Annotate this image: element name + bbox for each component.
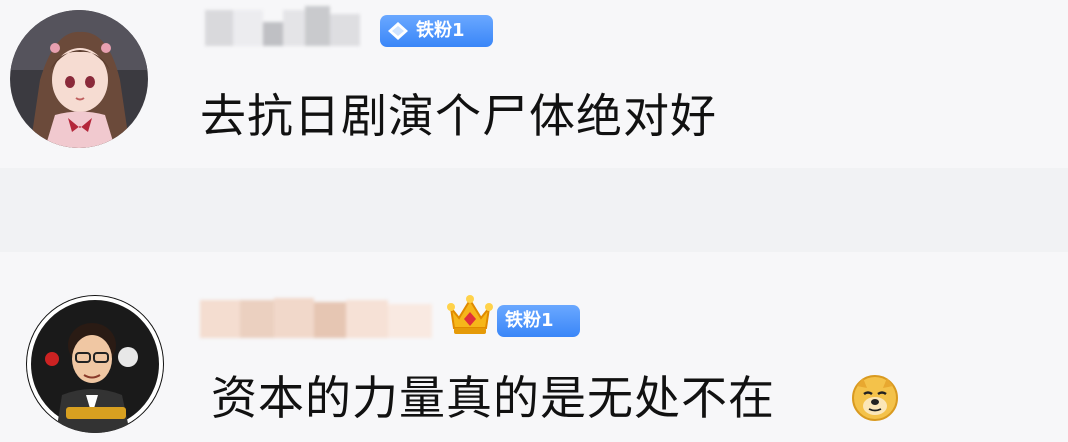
- user-avatar[interactable]: [10, 10, 148, 148]
- comment-list: 铁粉1 去抗日剧演个尸体绝对好 铁粉1 资本的力量真的是无处不在: [0, 0, 1068, 442]
- cartoon-man-avatar-icon: [26, 295, 164, 433]
- comment-divider: [0, 168, 1068, 252]
- crown-icon: [447, 295, 493, 334]
- comment-text: 去抗日剧演个尸体绝对好: [200, 89, 717, 143]
- comment-text: 资本的力量真的是无处不在: [211, 371, 775, 425]
- username-blurred[interactable]: [205, 4, 360, 48]
- diamond-icon: [388, 22, 408, 40]
- fan-level-badge: 铁粉1: [497, 305, 580, 337]
- username-blurred[interactable]: [200, 296, 432, 340]
- user-avatar[interactable]: [26, 295, 164, 433]
- badge-label: 铁粉1: [505, 310, 554, 331]
- fan-level-badge: 铁粉1: [380, 15, 493, 47]
- anime-girl-avatar-icon: [10, 10, 148, 148]
- doge-emoji-icon: [852, 375, 898, 421]
- badge-label: 铁粉1: [416, 20, 465, 41]
